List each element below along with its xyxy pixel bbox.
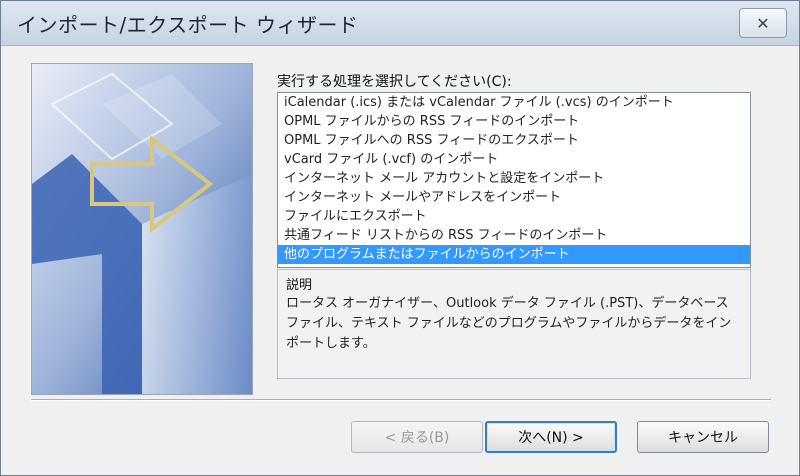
list-item[interactable]: iCalendar (.ics) または vCalendar ファイル (.vc… xyxy=(278,93,750,112)
title-bar[interactable]: インポート/エクスポート ウィザード ✕ xyxy=(1,1,799,46)
close-icon: ✕ xyxy=(756,13,770,33)
list-item[interactable]: インターネット メールやアドレスをインポート xyxy=(278,188,750,207)
window-title: インポート/エクスポート ウィザード xyxy=(17,13,359,37)
list-item[interactable]: OPML ファイルからの RSS フィードのインポート xyxy=(278,112,750,131)
list-item[interactable]: 他のプログラムまたはファイルからのインポート xyxy=(278,245,750,264)
back-button[interactable]: < 戻る(B) xyxy=(351,421,483,453)
next-button[interactable]: 次へ(N) > xyxy=(485,421,617,453)
description-label: 説明 xyxy=(286,278,313,293)
wizard-dialog: インポート/エクスポート ウィザード ✕ 実行する処理を選択してください(C):… xyxy=(0,0,800,476)
list-item[interactable]: ファイルにエクスポート xyxy=(278,207,750,226)
list-item[interactable]: 共通フィード リストからの RSS フィードのインポート xyxy=(278,226,750,245)
description-text: ロータス オーガナイザー、Outlook データ ファイル (.PST)、データ… xyxy=(286,296,732,351)
wizard-illustration xyxy=(31,63,253,395)
cancel-button[interactable]: キャンセル xyxy=(637,421,769,453)
action-listbox[interactable]: iCalendar (.ics) または vCalendar ファイル (.vc… xyxy=(277,92,751,268)
list-item[interactable]: vCard ファイル (.vcf) のインポート xyxy=(278,150,750,169)
list-item[interactable]: インターネット メール アカウントと設定をインポート xyxy=(278,169,750,188)
separator xyxy=(31,399,771,401)
close-button[interactable]: ✕ xyxy=(739,8,787,38)
description-group: 説明 ロータス オーガナイザー、Outlook データ ファイル (.PST)、… xyxy=(277,269,751,379)
instruction-label: 実行する処理を選択してください(C): xyxy=(277,74,512,90)
list-item[interactable]: OPML ファイルへの RSS フィードのエクスポート xyxy=(278,131,750,150)
